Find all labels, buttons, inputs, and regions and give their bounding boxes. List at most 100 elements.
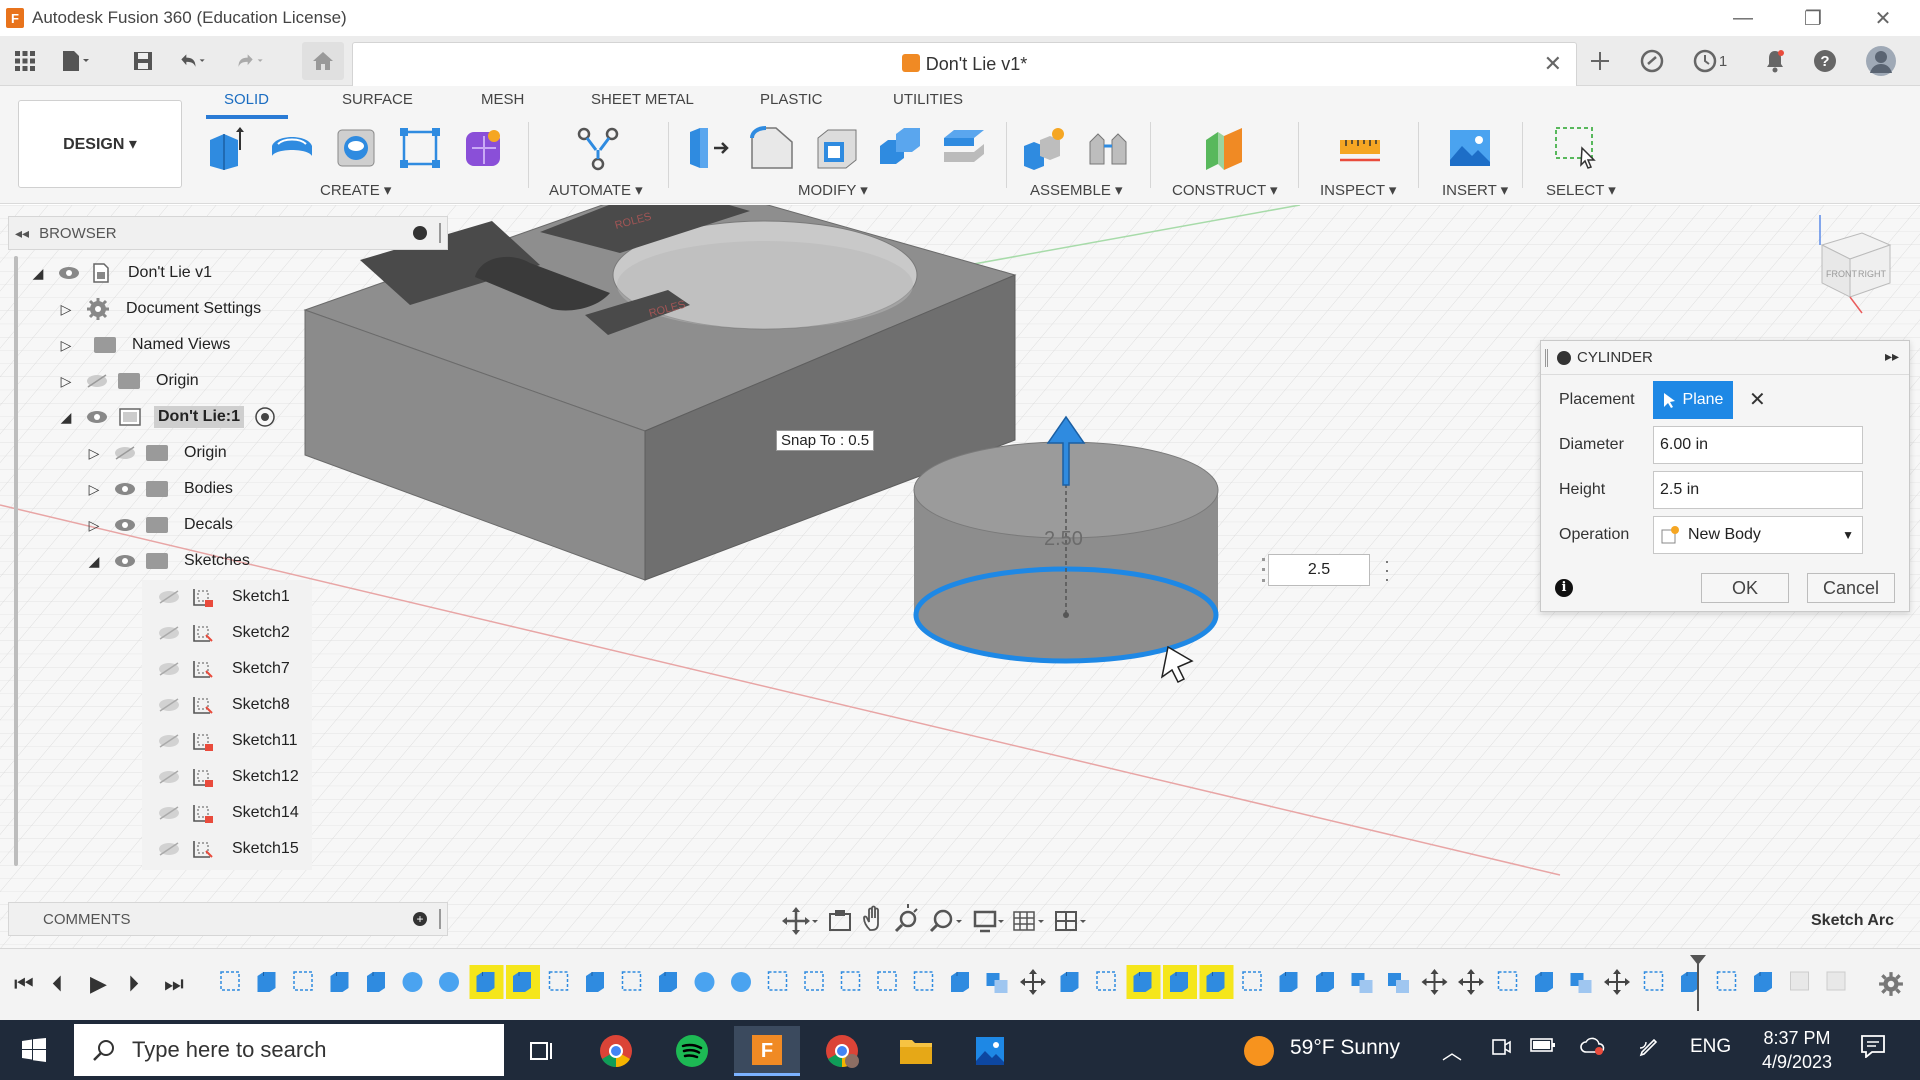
zoom-icon[interactable] [894, 904, 918, 933]
collapsed-triangle-icon[interactable]: ▷ [86, 445, 102, 462]
tab-surface[interactable]: SURFACE [342, 91, 413, 108]
expanded-triangle-icon[interactable]: ◢ [30, 265, 46, 282]
tab-sheet-metal[interactable]: SHEET METAL [591, 91, 694, 108]
timeline-feature-icon[interactable] [767, 971, 788, 991]
cancel-button[interactable]: Cancel [1807, 573, 1895, 603]
collapsed-triangle-icon[interactable]: ▷ [58, 373, 74, 390]
document-tab[interactable]: Don't Lie v1* ✕ [352, 42, 1577, 86]
offset-face-icon[interactable] [940, 124, 988, 172]
visibility-eye-icon[interactable] [58, 266, 80, 280]
task-view-icon[interactable] [514, 1026, 570, 1076]
sketch-row[interactable]: Sketch11 [158, 724, 302, 758]
timeline-feature-icon[interactable] [694, 972, 715, 992]
look-at-icon[interactable] [829, 910, 851, 931]
timeline-feature-icon[interactable] [1170, 972, 1188, 992]
timeline-next-icon[interactable]: ⏵ [128, 971, 139, 997]
tree-item-sketches[interactable]: ◢ Sketches [86, 544, 254, 578]
tree-item-component-origin[interactable]: ▷ Origin [86, 436, 231, 470]
measure-icon[interactable] [1336, 124, 1384, 172]
revolve-icon[interactable] [332, 124, 380, 172]
tab-mesh[interactable]: MESH [481, 91, 524, 108]
select-window-icon[interactable] [1552, 124, 1600, 172]
expanded-triangle-icon[interactable]: ◢ [58, 409, 74, 426]
timeline-feature-icon[interactable] [1570, 973, 1592, 993]
sketch-row[interactable]: Sketch7 [158, 652, 294, 686]
timeline-feature-icon[interactable] [257, 972, 276, 992]
home-icon[interactable] [302, 42, 344, 80]
help-icon[interactable]: ? [1810, 46, 1840, 76]
timeline-feature-icon[interactable] [1604, 969, 1630, 995]
timeline-feature-icon[interactable] [586, 972, 604, 992]
viewports-icon[interactable] [1055, 911, 1086, 931]
undo-icon[interactable] [178, 46, 208, 76]
visibility-eye-icon[interactable] [114, 554, 136, 568]
hidden-eye-icon[interactable] [158, 842, 180, 856]
app-grid-icon[interactable] [10, 46, 40, 76]
fit-icon[interactable] [929, 909, 962, 933]
timeline-feature-icon[interactable] [1754, 972, 1772, 992]
timeline-feature-icon[interactable] [1316, 972, 1334, 992]
timeline-feature-icon[interactable] [1242, 971, 1262, 991]
pan-icon[interactable] [863, 905, 879, 931]
language-indicator[interactable]: ENG [1690, 1036, 1731, 1058]
timeline-feature-icon[interactable] [1421, 969, 1448, 995]
meet-now-icon[interactable] [1490, 1036, 1512, 1064]
hidden-eye-icon[interactable] [158, 662, 180, 676]
timeline-feature-icon[interactable] [659, 972, 677, 992]
automate-icon[interactable] [574, 124, 622, 172]
timeline-feature-icon[interactable] [1643, 971, 1664, 991]
taskbar-search-input[interactable]: Type here to search [74, 1024, 504, 1076]
tree-item-decals[interactable]: ▷ Decals [86, 508, 237, 542]
timeline-feature-icon[interactable] [840, 971, 861, 991]
extensions-icon[interactable] [1637, 46, 1667, 76]
battery-icon[interactable] [1530, 1036, 1556, 1060]
timeline-feature-icon[interactable] [1206, 972, 1225, 992]
tree-item-named-views[interactable]: ▷ Named Views [58, 328, 234, 362]
create-sketch-icon[interactable] [396, 124, 444, 172]
sketch-row[interactable]: Sketch15 [158, 832, 303, 866]
hidden-eye-icon[interactable] [114, 446, 136, 460]
timeline-feature-icon[interactable] [951, 972, 969, 992]
sketch-row[interactable]: Sketch14 [158, 796, 303, 830]
hidden-eye-icon[interactable] [158, 590, 180, 604]
collapsed-triangle-icon[interactable]: ▷ [58, 337, 74, 354]
user-avatar[interactable] [1864, 44, 1898, 78]
visibility-eye-icon[interactable] [86, 410, 108, 424]
collapsed-triangle-icon[interactable]: ▷ [58, 301, 74, 318]
tree-root[interactable]: ◢ Don't Lie v1 [30, 256, 216, 290]
timeline-feature-icon[interactable] [1020, 969, 1046, 995]
restore-button[interactable]: ❐ [1790, 4, 1836, 32]
cylinder-preview[interactable]: 2.50 [913, 415, 1219, 684]
timeline-feature-icon[interactable] [293, 971, 313, 991]
hidden-eye-icon[interactable] [158, 734, 180, 748]
timeline-first-icon[interactable]: ⏮ [14, 971, 34, 997]
timeline-feature-icon[interactable] [1826, 971, 1846, 991]
browser-minimize-icon[interactable] [413, 226, 427, 240]
select-group-label[interactable]: SELECT ▾ [1546, 181, 1616, 199]
weather-text[interactable]: 59°F Sunny [1290, 1036, 1400, 1060]
construct-group-label[interactable]: CONSTRUCT ▾ [1172, 181, 1278, 199]
ok-button[interactable]: OK [1701, 573, 1789, 603]
timeline-feature-icon[interactable] [1458, 969, 1484, 995]
add-comment-icon[interactable]: + [413, 912, 427, 926]
save-icon[interactable] [128, 46, 158, 76]
redo-icon[interactable] [236, 46, 266, 76]
collapsed-triangle-icon[interactable]: ▷ [86, 481, 102, 498]
timeline-feature-icon[interactable] [402, 972, 423, 992]
timeline-feature-icon[interactable] [1060, 972, 1079, 992]
operation-select[interactable]: New Body ▼ [1653, 516, 1863, 554]
timeline-feature-icon[interactable] [1096, 971, 1116, 991]
close-document-icon[interactable]: ✕ [1544, 51, 1562, 77]
notifications-icon[interactable] [1760, 46, 1790, 76]
action-center-icon[interactable] [1860, 1034, 1886, 1064]
hidden-eye-icon[interactable] [158, 626, 180, 640]
timeline-feature-icon[interactable] [877, 971, 897, 991]
collapsed-triangle-icon[interactable]: ▷ [86, 517, 102, 534]
placement-plane-button[interactable]: Plane [1653, 381, 1733, 419]
hidden-eye-icon[interactable] [86, 374, 108, 388]
automate-group-label[interactable]: AUTOMATE ▾ [549, 181, 643, 199]
file-explorer-taskbar-icon[interactable] [888, 1026, 944, 1076]
timeline-feature-icon[interactable] [804, 971, 824, 991]
offset-plane-icon[interactable] [1200, 124, 1248, 172]
browser-scrollbar[interactable] [14, 256, 18, 866]
